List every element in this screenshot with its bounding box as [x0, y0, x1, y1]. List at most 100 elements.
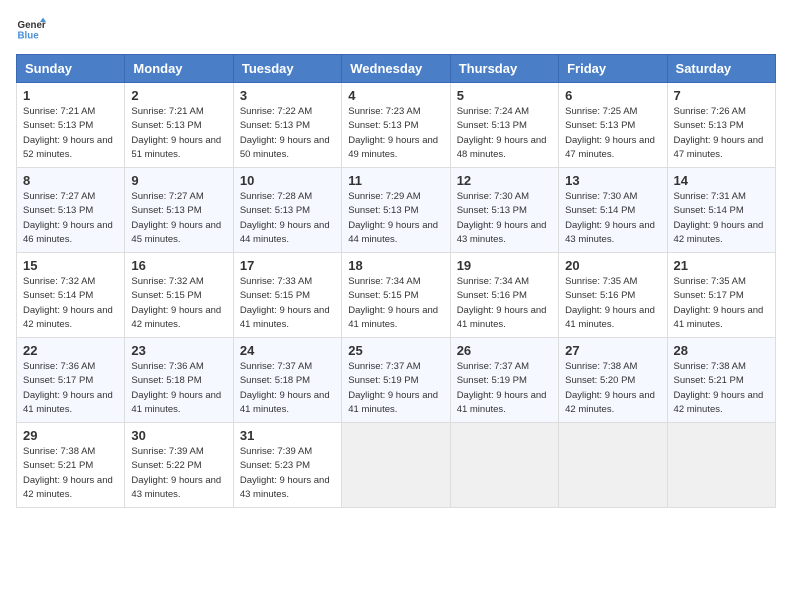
day-info: Sunrise: 7:39 AMSunset: 5:22 PMDaylight:…: [131, 445, 226, 502]
day-info: Sunrise: 7:36 AMSunset: 5:18 PMDaylight:…: [131, 360, 226, 417]
calendar-day-cell: 27Sunrise: 7:38 AMSunset: 5:20 PMDayligh…: [559, 338, 667, 423]
day-number: 21: [674, 258, 769, 273]
calendar-day-cell: 3Sunrise: 7:22 AMSunset: 5:13 PMDaylight…: [233, 83, 341, 168]
day-number: 24: [240, 343, 335, 358]
header: General Blue: [16, 16, 776, 46]
day-number: 6: [565, 88, 660, 103]
day-number: 8: [23, 173, 118, 188]
calendar-day-cell: 4 Sunrise: 7:23 AMSunset: 5:13 PMDaylight…: [342, 83, 450, 168]
day-number: 1: [23, 88, 118, 103]
day-number: 15: [23, 258, 118, 273]
calendar-day-cell: 21 Sunrise: 7:35 AMSunset: 5:17 PMDayligh…: [667, 253, 775, 338]
day-number: 31: [240, 428, 335, 443]
calendar-body: 1 Sunrise: 7:21 AMSunset: 5:13 PMDaylight…: [17, 83, 776, 508]
calendar-day-cell: 20Sunrise: 7:35 AMSunset: 5:16 PMDayligh…: [559, 253, 667, 338]
calendar-day-cell: 1 Sunrise: 7:21 AMSunset: 5:13 PMDaylight…: [17, 83, 125, 168]
calendar-day-cell: [342, 423, 450, 508]
day-info: Sunrise: 7:23 AMSunset: 5:13 PMDaylight:…: [348, 105, 443, 162]
weekday-header-cell: Thursday: [450, 55, 558, 83]
calendar-day-cell: 2 Sunrise: 7:21 AMSunset: 5:13 PMDaylight…: [125, 83, 233, 168]
calendar-day-cell: [450, 423, 558, 508]
calendar-day-cell: 24Sunrise: 7:37 AMSunset: 5:18 PMDayligh…: [233, 338, 341, 423]
day-info: Sunrise: 7:33 AMSunset: 5:15 PMDaylight:…: [240, 275, 335, 332]
day-number: 28: [674, 343, 769, 358]
logo-icon: General Blue: [16, 16, 46, 46]
day-number: 14: [674, 173, 769, 188]
svg-text:Blue: Blue: [18, 31, 40, 42]
calendar-week-row: 22 Sunrise: 7:36 AMSunset: 5:17 PMDayligh…: [17, 338, 776, 423]
calendar-day-cell: 14 Sunrise: 7:31 AMSunset: 5:14 PMDayligh…: [667, 168, 775, 253]
calendar-week-row: 29 Sunrise: 7:38 AMSunset: 5:21 PMDayligh…: [17, 423, 776, 508]
day-info: Sunrise: 7:32 AMSunset: 5:14 PMDaylight:…: [23, 275, 118, 332]
day-number: 10: [240, 173, 335, 188]
calendar-day-cell: 19Sunrise: 7:34 AMSunset: 5:16 PMDayligh…: [450, 253, 558, 338]
day-info: Sunrise: 7:38 AMSunset: 5:20 PMDaylight:…: [565, 360, 660, 417]
day-number: 29: [23, 428, 118, 443]
day-number: 22: [23, 343, 118, 358]
weekday-header-cell: Friday: [559, 55, 667, 83]
calendar-day-cell: 13 Sunrise: 7:30 AMSunset: 5:14 PMDayligh…: [559, 168, 667, 253]
calendar-day-cell: 11 Sunrise: 7:29 AMSunset: 5:13 PMDayligh…: [342, 168, 450, 253]
day-info: Sunrise: 7:24 AMSunset: 5:13 PMDaylight:…: [457, 105, 552, 162]
calendar-day-cell: 18Sunrise: 7:34 AMSunset: 5:15 PMDayligh…: [342, 253, 450, 338]
day-info: Sunrise: 7:38 AMSunset: 5:21 PMDaylight:…: [23, 445, 118, 502]
calendar-day-cell: 28 Sunrise: 7:38 AMSunset: 5:21 PMDayligh…: [667, 338, 775, 423]
day-info: Sunrise: 7:32 AMSunset: 5:15 PMDaylight:…: [131, 275, 226, 332]
calendar-day-cell: 9 Sunrise: 7:27 AMSunset: 5:13 PMDaylight…: [125, 168, 233, 253]
day-info: Sunrise: 7:31 AMSunset: 5:14 PMDaylight:…: [674, 190, 769, 247]
calendar-week-row: 15 Sunrise: 7:32 AMSunset: 5:14 PMDayligh…: [17, 253, 776, 338]
day-info: Sunrise: 7:21 AMSunset: 5:13 PMDaylight:…: [23, 105, 118, 162]
calendar-day-cell: 17 Sunrise: 7:33 AMSunset: 5:15 PMDayligh…: [233, 253, 341, 338]
day-info: Sunrise: 7:21 AMSunset: 5:13 PMDaylight:…: [131, 105, 226, 162]
day-number: 9: [131, 173, 226, 188]
weekday-header-cell: Wednesday: [342, 55, 450, 83]
calendar-day-cell: 29 Sunrise: 7:38 AMSunset: 5:21 PMDayligh…: [17, 423, 125, 508]
calendar-day-cell: 16 Sunrise: 7:32 AMSunset: 5:15 PMDayligh…: [125, 253, 233, 338]
day-info: Sunrise: 7:38 AMSunset: 5:21 PMDaylight:…: [674, 360, 769, 417]
weekday-header-cell: Sunday: [17, 55, 125, 83]
weekday-header-row: SundayMondayTuesdayWednesdayThursdayFrid…: [17, 55, 776, 83]
day-info: Sunrise: 7:34 AMSunset: 5:15 PMDaylight:…: [348, 275, 443, 332]
day-info: Sunrise: 7:29 AMSunset: 5:13 PMDaylight:…: [348, 190, 443, 247]
calendar-day-cell: 15 Sunrise: 7:32 AMSunset: 5:14 PMDayligh…: [17, 253, 125, 338]
calendar-day-cell: 22 Sunrise: 7:36 AMSunset: 5:17 PMDayligh…: [17, 338, 125, 423]
calendar-day-cell: 30 Sunrise: 7:39 AMSunset: 5:22 PMDayligh…: [125, 423, 233, 508]
calendar-day-cell: 10 Sunrise: 7:28 AMSunset: 5:13 PMDayligh…: [233, 168, 341, 253]
day-info: Sunrise: 7:30 AMSunset: 5:14 PMDaylight:…: [565, 190, 660, 247]
calendar-day-cell: 26Sunrise: 7:37 AMSunset: 5:19 PMDayligh…: [450, 338, 558, 423]
day-number: 5: [457, 88, 552, 103]
calendar-day-cell: [559, 423, 667, 508]
day-info: Sunrise: 7:26 AMSunset: 5:13 PMDaylight:…: [674, 105, 769, 162]
day-number: 30: [131, 428, 226, 443]
calendar-day-cell: [667, 423, 775, 508]
day-info: Sunrise: 7:37 AMSunset: 5:19 PMDaylight:…: [457, 360, 552, 417]
day-number: 23: [131, 343, 226, 358]
day-info: Sunrise: 7:35 AMSunset: 5:16 PMDaylight:…: [565, 275, 660, 332]
day-number: 17: [240, 258, 335, 273]
day-info: Sunrise: 7:30 AMSunset: 5:13 PMDaylight:…: [457, 190, 552, 247]
weekday-header-cell: Tuesday: [233, 55, 341, 83]
weekday-header-cell: Monday: [125, 55, 233, 83]
calendar-day-cell: 25 Sunrise: 7:37 AMSunset: 5:19 PMDayligh…: [342, 338, 450, 423]
day-info: Sunrise: 7:35 AMSunset: 5:17 PMDaylight:…: [674, 275, 769, 332]
day-number: 11: [348, 173, 443, 188]
day-number: 3: [240, 88, 335, 103]
day-number: 16: [131, 258, 226, 273]
day-number: 13: [565, 173, 660, 188]
day-info: Sunrise: 7:34 AMSunset: 5:16 PMDaylight:…: [457, 275, 552, 332]
weekday-header-cell: Saturday: [667, 55, 775, 83]
day-number: 25: [348, 343, 443, 358]
day-number: 4: [348, 88, 443, 103]
day-info: Sunrise: 7:28 AMSunset: 5:13 PMDaylight:…: [240, 190, 335, 247]
day-number: 12: [457, 173, 552, 188]
day-info: Sunrise: 7:27 AMSunset: 5:13 PMDaylight:…: [131, 190, 226, 247]
day-number: 7: [674, 88, 769, 103]
calendar-week-row: 1 Sunrise: 7:21 AMSunset: 5:13 PMDaylight…: [17, 83, 776, 168]
day-info: Sunrise: 7:37 AMSunset: 5:19 PMDaylight:…: [348, 360, 443, 417]
day-number: 2: [131, 88, 226, 103]
day-info: Sunrise: 7:36 AMSunset: 5:17 PMDaylight:…: [23, 360, 118, 417]
day-info: Sunrise: 7:27 AMSunset: 5:13 PMDaylight:…: [23, 190, 118, 247]
day-info: Sunrise: 7:39 AMSunset: 5:23 PMDaylight:…: [240, 445, 335, 502]
day-info: Sunrise: 7:25 AMSunset: 5:13 PMDaylight:…: [565, 105, 660, 162]
calendar-day-cell: 31 Sunrise: 7:39 AMSunset: 5:23 PMDayligh…: [233, 423, 341, 508]
